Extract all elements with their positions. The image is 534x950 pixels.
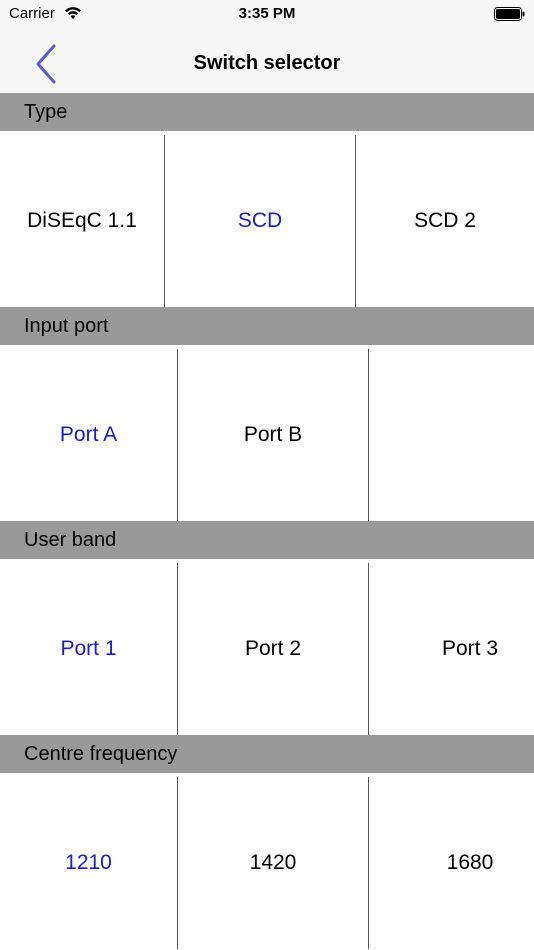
option-band-port-2[interactable]: Port 2 (178, 563, 368, 735)
option-type-scd2[interactable]: SCD 2 (356, 135, 534, 307)
section-header-label: Input port (24, 315, 109, 337)
navigation-bar: Switch selector (0, 30, 534, 93)
option-port-a[interactable]: Port A (0, 349, 177, 521)
option-row-input-port: Port A Port B (0, 345, 534, 521)
option-type-scd[interactable]: SCD (165, 135, 355, 307)
option-freq-1420[interactable]: 1420 (178, 777, 368, 949)
section-header-label: User band (24, 529, 117, 551)
section-header-centre-frequency: Centre frequency (0, 735, 534, 773)
status-time: 3:35 PM (238, 5, 296, 22)
option-band-port-1[interactable]: Port 1 (0, 563, 177, 735)
status-bar: Carrier 3:35 PM (0, 0, 534, 30)
section-header-user-band: User band (0, 521, 534, 559)
battery-icon (494, 7, 525, 21)
section-header-label: Type (24, 101, 68, 123)
section-header-label: Centre frequency (24, 743, 178, 765)
option-row-type: DiSEqC 1.1 SCD SCD 2 (0, 131, 534, 307)
option-freq-1210[interactable]: 1210 (0, 777, 177, 949)
section-header-type: Type (0, 93, 534, 131)
option-row-user-band: Port 1 Port 2 Port 3 (0, 559, 534, 735)
option-freq-1680[interactable]: 1680 (369, 777, 534, 949)
option-port-empty[interactable] (369, 349, 534, 521)
option-type-diseqc[interactable]: DiSEqC 1.1 (0, 135, 164, 307)
option-port-b[interactable]: Port B (178, 349, 368, 521)
option-band-port-3[interactable]: Port 3 (369, 563, 534, 735)
section-header-input-port: Input port (0, 307, 534, 345)
page-title: Switch selector (193, 52, 341, 74)
option-row-centre-frequency: 1210 1420 1680 (0, 773, 534, 949)
